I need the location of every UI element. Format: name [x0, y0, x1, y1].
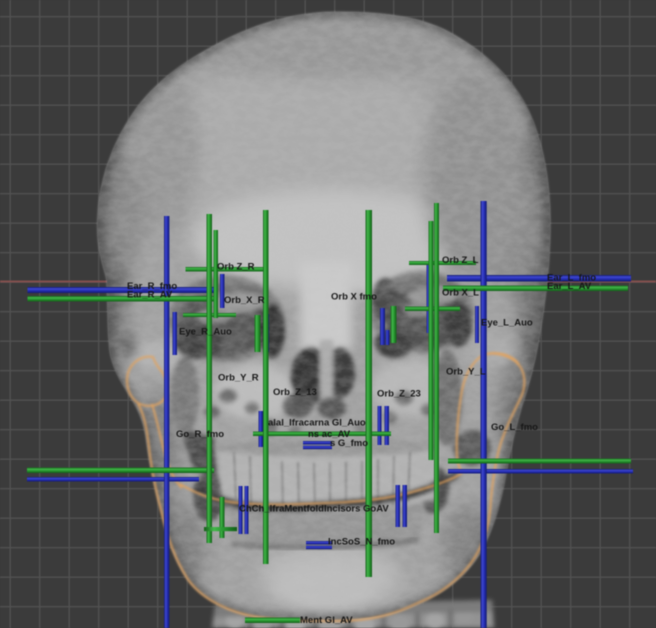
- svg-text:Orb_Y_L: Orb_Y_L: [446, 367, 486, 378]
- svg-text:Orb X fmo: Orb X fmo: [331, 292, 377, 303]
- svg-text:Orb Z_L: Orb Z_L: [442, 255, 479, 266]
- svg-text:Go_L_fmo: Go_L_fmo: [491, 422, 538, 433]
- svg-text:Orb_X_R: Orb_X_R: [224, 295, 265, 306]
- svg-text:Orb Z_R: Orb Z_R: [217, 262, 255, 273]
- svg-text:Ment Gl_AV: Ment Gl_AV: [300, 615, 353, 626]
- svg-text:Orb_Z_13: Orb_Z_13: [273, 387, 317, 398]
- svg-text:Go_R_fmo: Go_R_fmo: [176, 429, 224, 440]
- svg-text:alal_Ifracarna Gl_Auo: alal_Ifracarna Gl_Auo: [268, 418, 366, 429]
- svg-text:ChCh_IfraMentfoldIncisors GoAV: ChCh_IfraMentfoldIncisors GoAV: [239, 504, 389, 515]
- svg-text:Orb_Y_R: Orb_Y_R: [218, 373, 259, 384]
- svg-text:Eye_L_Auo: Eye_L_Auo: [481, 318, 533, 329]
- svg-text:Ear_R_AV: Ear_R_AV: [127, 290, 173, 301]
- svg-text:Orb X_L: Orb X_L: [442, 288, 479, 299]
- svg-text:IncSoS_N_fmo: IncSoS_N_fmo: [328, 537, 395, 548]
- svg-text:Orb_Z_23: Orb_Z_23: [377, 389, 421, 400]
- svg-text:Eye_R_Auo: Eye_R_Auo: [179, 327, 232, 338]
- svg-text:s G_fmo: s G_fmo: [330, 438, 368, 449]
- svg-text:Ear_L_AV: Ear_L_AV: [547, 281, 592, 292]
